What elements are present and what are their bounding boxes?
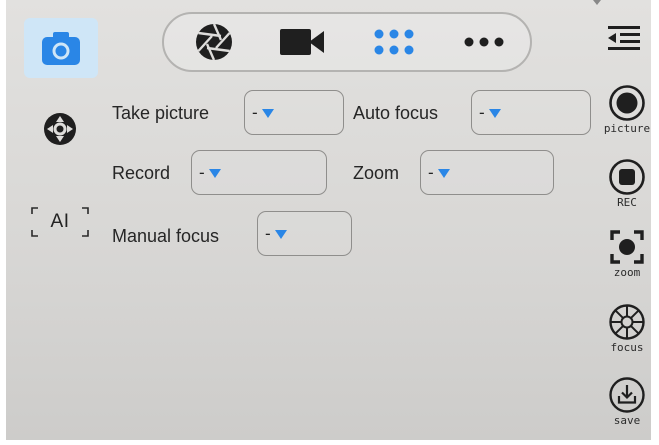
- dropdown-arrow-icon: [261, 109, 274, 118]
- auto-focus-label: Auto focus: [353, 103, 439, 123]
- zoom-value: -: [428, 162, 434, 182]
- camera-icon: [42, 32, 80, 65]
- mode-bar: [162, 12, 532, 72]
- rec-button[interactable]: REC: [602, 158, 651, 209]
- camera-control-screen: AI Take picture - Auto focus - Record - …: [6, 0, 651, 440]
- stop-circle-icon: [609, 159, 645, 195]
- take-picture-value: -: [252, 102, 258, 122]
- collapse-menu-icon: [608, 26, 640, 50]
- focus-button[interactable]: focus: [602, 303, 651, 354]
- mode-photo-button[interactable]: [184, 14, 244, 70]
- aperture-icon: [196, 23, 232, 61]
- zoom-button[interactable]: zoom: [602, 228, 651, 279]
- mode-grid-button[interactable]: [364, 14, 424, 70]
- save-label: save: [613, 414, 641, 427]
- mode-more-button[interactable]: [454, 14, 514, 70]
- manual-focus-label: Manual focus: [112, 226, 220, 246]
- scroll-indicator-icon: [593, 0, 601, 5]
- record-value: -: [199, 162, 205, 182]
- collapse-menu-button[interactable]: [606, 24, 642, 52]
- take-picture-select[interactable]: -: [244, 90, 344, 135]
- record-select[interactable]: -: [191, 150, 327, 195]
- take-picture-label: Take picture: [112, 103, 210, 123]
- zoom-label: Zoom: [353, 163, 400, 183]
- more-horizontal-icon: [464, 37, 504, 47]
- manual-focus-select[interactable]: -: [257, 211, 352, 256]
- dropdown-arrow-icon: [208, 169, 221, 178]
- zoom-select[interactable]: -: [420, 150, 554, 195]
- dropdown-arrow-icon: [488, 109, 501, 118]
- camera-mode-button[interactable]: [24, 18, 98, 78]
- manual-focus-value: -: [265, 223, 271, 243]
- ai-button[interactable]: AI: [28, 204, 92, 240]
- dropdown-arrow-icon: [274, 230, 287, 239]
- rec-label: REC: [617, 196, 637, 209]
- ai-label: AI: [50, 211, 70, 232]
- record-circle-icon: [609, 85, 645, 121]
- settings-wheel-icon: [44, 113, 76, 145]
- zoom-label: zoom: [613, 266, 641, 279]
- dropdown-arrow-icon: [437, 169, 450, 178]
- download-circle-icon: [609, 377, 645, 413]
- picture-button[interactable]: picture: [602, 84, 651, 135]
- save-button[interactable]: save: [602, 376, 651, 427]
- record-label: Record: [112, 163, 171, 183]
- focus-wheel-icon: [609, 304, 645, 340]
- video-camera-icon: [280, 29, 324, 55]
- mode-video-button[interactable]: [272, 14, 332, 70]
- auto-focus-select[interactable]: -: [471, 90, 591, 135]
- grid-dots-icon: [374, 29, 414, 55]
- zoom-frame-icon: [610, 230, 644, 264]
- auto-focus-value: -: [479, 102, 485, 122]
- focus-label: focus: [610, 341, 644, 354]
- settings-wheel-button[interactable]: [43, 112, 77, 146]
- picture-label: picture: [603, 122, 651, 135]
